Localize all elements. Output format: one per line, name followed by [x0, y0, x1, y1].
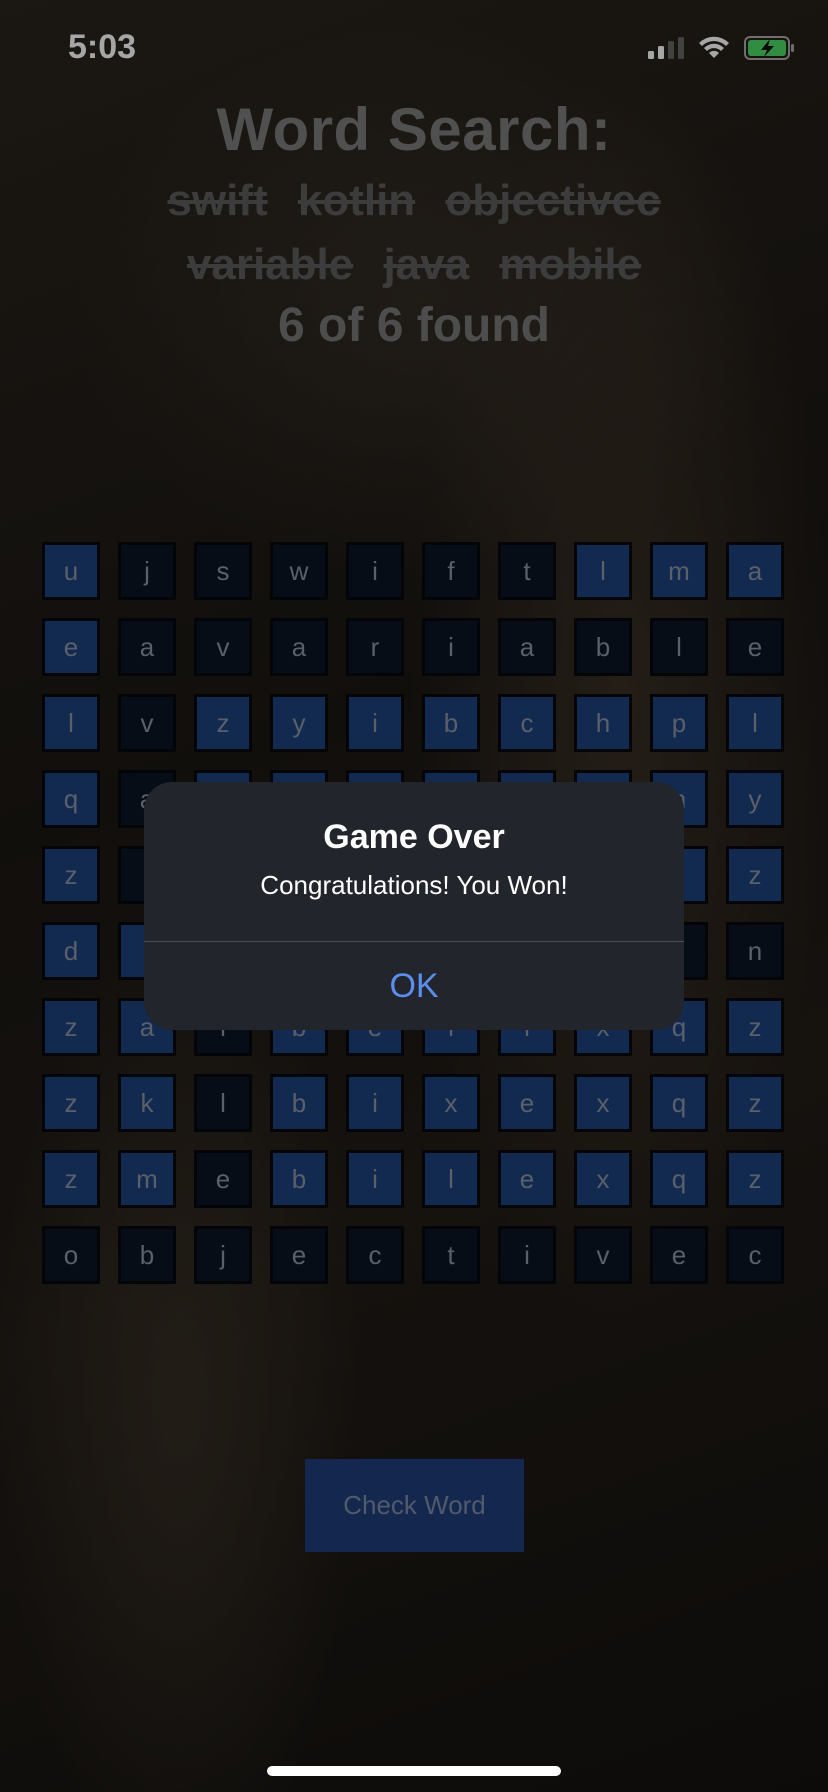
alert-title: Game Over [323, 818, 505, 856]
home-indicator [267, 1766, 561, 1776]
game-over-alert: Game Over Congratulations! You Won! OK [144, 782, 684, 1030]
ok-button[interactable]: OK [144, 942, 684, 1030]
alert-message: Congratulations! You Won! [260, 870, 568, 900]
